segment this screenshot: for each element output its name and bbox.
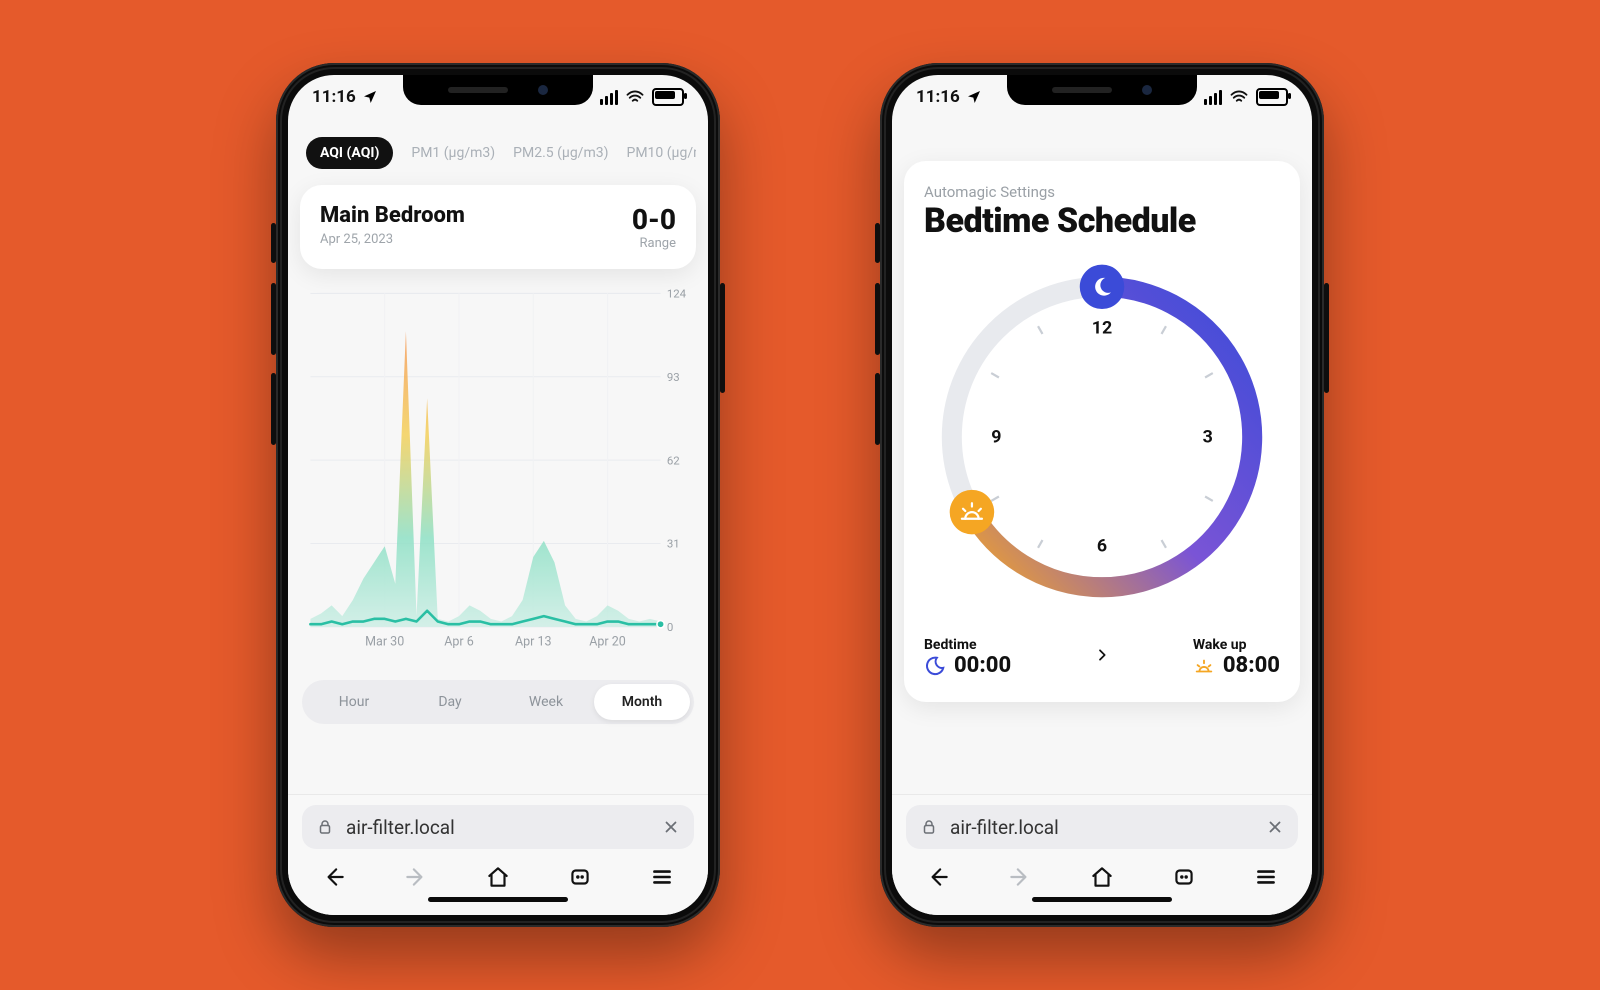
wakeup-label: Wake up (1193, 637, 1247, 653)
svg-text:6: 6 (1097, 536, 1107, 557)
tab-aqi[interactable]: AQI (AQI) (306, 137, 393, 169)
sunrise-icon (1193, 655, 1215, 677)
bedtime-label: Bedtime (924, 637, 1011, 653)
cellular-icon (1204, 90, 1222, 105)
bedtime-time[interactable]: 00:00 (954, 653, 1011, 678)
svg-text:0: 0 (667, 620, 673, 634)
svg-text:93: 93 (667, 370, 680, 384)
back-button[interactable] (312, 859, 356, 895)
svg-text:Apr 13: Apr 13 (515, 635, 552, 650)
browser-bar: air-filter.local (288, 794, 708, 915)
tabs-button[interactable] (558, 859, 602, 895)
url-host: air-filter.local (346, 816, 650, 839)
close-icon[interactable] (662, 818, 680, 836)
phone-right: 11:16 Automagic Settings Bedtime (880, 63, 1324, 927)
svg-text:3: 3 (1203, 427, 1213, 448)
phone-notch (403, 75, 593, 105)
section-title: Bedtime Schedule (924, 201, 1280, 241)
svg-text:9: 9 (991, 427, 1001, 448)
battery-icon (652, 88, 684, 106)
tab-pm25[interactable]: PM2.5 (µg/m3) (513, 145, 608, 161)
timescale-day[interactable]: Day (402, 684, 498, 720)
url-field[interactable]: air-filter.local (302, 805, 694, 849)
location-icon (966, 89, 982, 105)
close-icon[interactable] (1266, 818, 1284, 836)
summary-date: Apr 25, 2023 (320, 232, 465, 247)
schedule-dial[interactable]: 12 3 6 9 (924, 259, 1280, 619)
metric-tabs: AQI (AQI) PM1 (µg/m3) PM2.5 (µg/m3) PM10… (300, 131, 696, 179)
forward-button[interactable] (998, 859, 1042, 895)
tabs-button[interactable] (1162, 859, 1206, 895)
svg-text:Apr 6: Apr 6 (444, 635, 474, 650)
url-host: air-filter.local (950, 816, 1254, 839)
battery-icon (1256, 88, 1288, 106)
svg-text:Mar 30: Mar 30 (365, 635, 404, 650)
schedule-summary: Bedtime 00:00 (924, 637, 1280, 678)
aqi-chart[interactable]: 0 31 62 93 124 Mar 30 Apr 6 Apr 13 Apr 20 (300, 283, 696, 658)
timescale-hour[interactable]: Hour (306, 684, 402, 720)
timescale-segmented: Hour Day Week Month (302, 680, 694, 724)
phone-left: 11:16 AQI (AQI) PM1 (µ (276, 63, 720, 927)
svg-text:62: 62 (667, 453, 680, 467)
phone-notch (1007, 75, 1197, 105)
menu-button[interactable] (1244, 859, 1288, 895)
timescale-month[interactable]: Month (594, 684, 690, 720)
home-indicator[interactable] (428, 897, 568, 902)
home-indicator[interactable] (1032, 897, 1172, 902)
svg-text:31: 31 (667, 537, 680, 551)
status-time: 11:16 (312, 87, 356, 107)
room-title: Main Bedroom (320, 203, 465, 228)
location-icon (362, 89, 378, 105)
tab-pm10[interactable]: PM10 (µg/m3) (626, 145, 696, 161)
svg-text:12: 12 (1092, 318, 1112, 339)
forward-button[interactable] (394, 859, 438, 895)
svg-text:Apr 20: Apr 20 (589, 635, 626, 650)
url-field[interactable]: air-filter.local (906, 805, 1298, 849)
wifi-icon (1230, 90, 1248, 104)
section-subtitle: Automagic Settings (924, 183, 1280, 201)
back-button[interactable] (916, 859, 960, 895)
browser-bar: air-filter.local (892, 794, 1312, 915)
tab-pm1[interactable]: PM1 (µg/m3) (411, 145, 495, 161)
home-button[interactable] (1080, 859, 1124, 895)
summary-card: Main Bedroom Apr 25, 2023 0-0 Range (300, 185, 696, 269)
timescale-week[interactable]: Week (498, 684, 594, 720)
lock-icon (316, 818, 334, 836)
lock-icon (920, 818, 938, 836)
status-time: 11:16 (916, 87, 960, 107)
wifi-icon (626, 90, 644, 104)
svg-text:124: 124 (667, 287, 687, 301)
moon-icon (924, 655, 946, 677)
cellular-icon (600, 90, 618, 105)
home-button[interactable] (476, 859, 520, 895)
chevron-right-icon (1094, 647, 1110, 668)
wakeup-time[interactable]: 08:00 (1223, 653, 1280, 678)
bedtime-card: Automagic Settings Bedtime Schedule 12 3 6… (904, 161, 1300, 702)
menu-button[interactable] (640, 859, 684, 895)
range-label: Range (632, 236, 676, 251)
range-value: 0-0 (632, 203, 676, 236)
